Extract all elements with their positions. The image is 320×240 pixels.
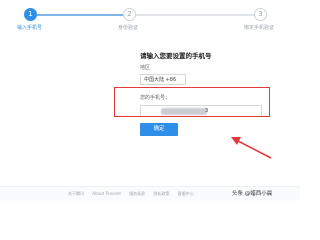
watermark: 头条 @蜡西小晨 xyxy=(232,189,272,197)
footer-link[interactable]: 隐私政策 xyxy=(153,191,169,196)
footer-links: 关于腾讯 About Tencent 服务条款 隐私政策 客服中心 xyxy=(68,191,201,197)
footer-link[interactable]: 客服中心 xyxy=(178,191,194,196)
footer-link[interactable]: 关于腾讯 xyxy=(68,191,84,196)
watermark-text: 头条 @蜡西小晨 xyxy=(232,191,273,197)
footer-link[interactable]: 服务条款 xyxy=(129,191,145,196)
annotation-arrow-icon xyxy=(231,137,272,159)
footer-link[interactable]: About Tencent xyxy=(92,191,121,196)
